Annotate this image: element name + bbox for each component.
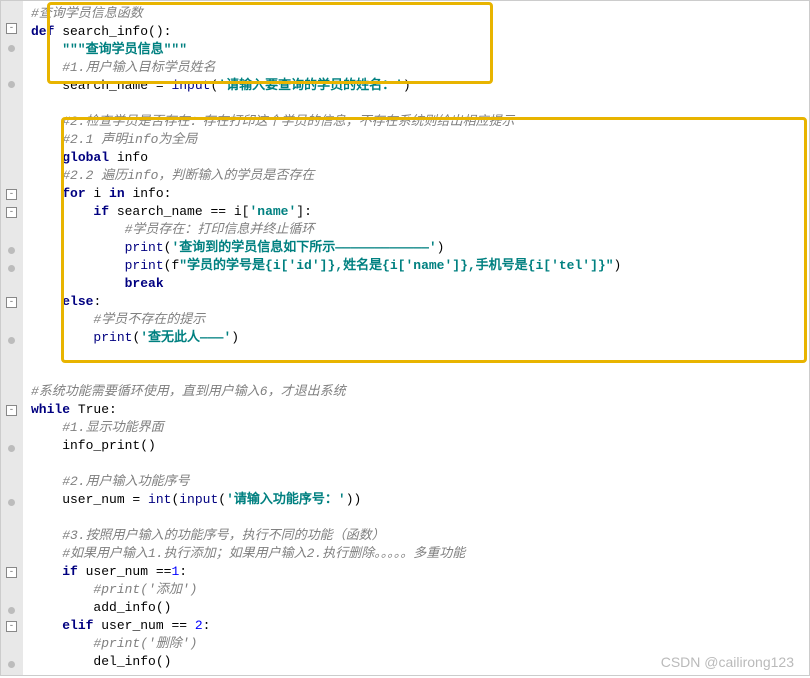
gutter-dot — [8, 661, 15, 668]
fold-marker[interactable]: - — [6, 297, 17, 308]
fold-marker[interactable]: - — [6, 567, 17, 578]
gutter-dot — [8, 499, 15, 506]
fold-marker[interactable]: - — [6, 207, 17, 218]
gutter-dot — [8, 607, 15, 614]
gutter-dot — [8, 81, 15, 88]
fold-marker[interactable]: - — [6, 189, 17, 200]
code-editor: - - - - - - - #查询学员信息函数 def search_info(… — [0, 0, 810, 676]
gutter-dot — [8, 445, 15, 452]
gutter-dot — [8, 247, 15, 254]
gutter-dot — [8, 265, 15, 272]
gutter-dot — [8, 45, 15, 52]
fold-marker[interactable]: - — [6, 23, 17, 34]
fold-marker[interactable]: - — [6, 405, 17, 416]
gutter: - - - - - - - — [1, 1, 23, 675]
fold-marker[interactable]: - — [6, 621, 17, 632]
code-line: #查询学员信息函数 — [31, 6, 143, 21]
gutter-dot — [8, 337, 15, 344]
code-area[interactable]: #查询学员信息函数 def search_info(): """查询学员信息""… — [23, 1, 809, 675]
